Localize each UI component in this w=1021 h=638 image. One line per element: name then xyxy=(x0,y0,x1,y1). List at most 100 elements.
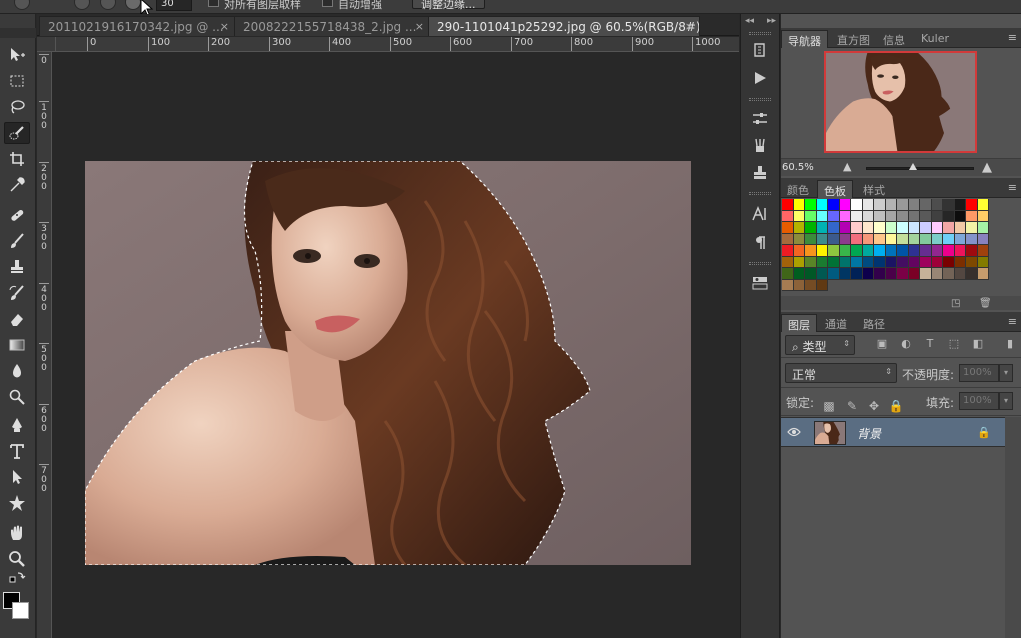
color-swatch[interactable] xyxy=(816,222,828,234)
color-swatch[interactable] xyxy=(966,222,978,234)
tab-histogram[interactable]: 直方图 xyxy=(831,31,876,49)
color-swatch[interactable] xyxy=(828,222,840,234)
color-swatch[interactable] xyxy=(920,199,932,211)
color-swatch[interactable] xyxy=(897,268,909,280)
layer-name[interactable]: 背景 xyxy=(857,425,881,442)
new-selection-button[interactable] xyxy=(74,0,90,10)
color-swatch[interactable] xyxy=(805,268,817,280)
brush-preset-icon[interactable] xyxy=(14,0,30,10)
document-tab-active[interactable]: 290-1101041p25292.jpg @ 60.5%(RGB/8#) × xyxy=(428,16,700,36)
color-swatch[interactable] xyxy=(908,210,920,222)
zoom-slider-thumb[interactable] xyxy=(909,163,917,170)
color-swatch[interactable] xyxy=(874,245,886,257)
color-swatch[interactable] xyxy=(862,268,874,280)
color-swatch[interactable] xyxy=(897,199,909,211)
close-icon[interactable]: × xyxy=(685,20,694,33)
color-swatch[interactable] xyxy=(954,256,966,268)
color-swatch[interactable] xyxy=(782,245,794,257)
adjustments-panel-icon[interactable] xyxy=(747,108,773,130)
tab-layers[interactable]: 图层 xyxy=(781,314,817,332)
auto-enhance-checkbox[interactable] xyxy=(322,0,333,7)
color-swatch[interactable] xyxy=(862,222,874,234)
navigator-preview[interactable] xyxy=(824,51,977,153)
zoom-slider-track[interactable] xyxy=(866,167,974,170)
add-to-selection-button[interactable] xyxy=(100,0,116,10)
panel-menu-icon[interactable]: ≡ xyxy=(1008,31,1017,44)
color-swatch[interactable] xyxy=(885,222,897,234)
color-swatch[interactable] xyxy=(897,222,909,234)
panel-menu-icon[interactable]: ≡ xyxy=(1008,181,1017,194)
quick-selection-tool-icon[interactable] xyxy=(4,122,30,144)
marquee-tool-icon[interactable] xyxy=(4,70,30,92)
shape-tool-icon[interactable] xyxy=(4,492,30,514)
color-swatch[interactable] xyxy=(851,245,863,257)
color-swatch[interactable] xyxy=(908,222,920,234)
tab-channels[interactable]: 通道 xyxy=(819,315,853,333)
color-swatch[interactable] xyxy=(885,268,897,280)
dodge-tool-icon[interactable] xyxy=(4,386,30,408)
color-swatch[interactable] xyxy=(874,256,886,268)
brush-size-field[interactable]: 30 xyxy=(156,0,192,11)
eraser-tool-icon[interactable] xyxy=(4,308,30,330)
pixel-filter-icon[interactable]: ▣ xyxy=(875,336,889,350)
smart-object-filter-icon[interactable]: ◧ xyxy=(971,336,985,350)
zoom-out-icon[interactable]: ▲ xyxy=(843,160,851,173)
color-swatch[interactable] xyxy=(885,210,897,222)
paragraph-panel-icon[interactable] xyxy=(747,232,773,254)
dock-grip[interactable] xyxy=(749,98,771,101)
color-swatch[interactable] xyxy=(966,233,978,245)
color-swatch[interactable] xyxy=(816,268,828,280)
color-swatch[interactable] xyxy=(839,199,851,211)
color-swatch[interactable] xyxy=(931,256,943,268)
dock-grip[interactable] xyxy=(749,262,771,265)
color-swatch[interactable] xyxy=(782,199,794,211)
color-swatch[interactable] xyxy=(908,245,920,257)
history-brush-tool-icon[interactable] xyxy=(4,282,30,304)
color-swatch[interactable] xyxy=(828,233,840,245)
refine-edge-button[interactable]: 调整边缘... xyxy=(412,0,485,11)
color-swatch[interactable] xyxy=(782,279,794,291)
color-swatch[interactable] xyxy=(943,268,955,280)
lock-position-icon[interactable]: ✥ xyxy=(866,398,882,414)
color-swatch[interactable] xyxy=(908,256,920,268)
color-swatch[interactable] xyxy=(931,222,943,234)
pen-tool-icon[interactable] xyxy=(4,414,30,436)
color-swatch[interactable] xyxy=(908,233,920,245)
color-swatch[interactable] xyxy=(885,256,897,268)
color-swatch[interactable] xyxy=(943,222,955,234)
healing-brush-tool-icon[interactable] xyxy=(4,204,30,226)
color-swatch[interactable] xyxy=(793,268,805,280)
background-color-swatch[interactable] xyxy=(12,602,29,619)
chevron-down-icon[interactable]: ▾ xyxy=(999,364,1013,382)
color-swatch[interactable] xyxy=(782,233,794,245)
color-swatch[interactable] xyxy=(862,210,874,222)
color-swatch[interactable] xyxy=(851,256,863,268)
color-swatch[interactable] xyxy=(874,268,886,280)
color-swatch[interactable] xyxy=(943,210,955,222)
dock-grip[interactable] xyxy=(749,32,771,35)
zoom-tool-icon[interactable] xyxy=(4,548,30,570)
color-swatch[interactable] xyxy=(816,210,828,222)
color-swatch[interactable] xyxy=(828,256,840,268)
color-swatch[interactable] xyxy=(885,233,897,245)
new-swatch-icon[interactable]: ◳ xyxy=(951,298,960,309)
color-swatch[interactable] xyxy=(977,268,989,280)
layer-comps-panel-icon[interactable] xyxy=(747,272,773,294)
color-swatch[interactable] xyxy=(977,210,989,222)
color-swatch[interactable] xyxy=(954,210,966,222)
color-swatch[interactable] xyxy=(851,233,863,245)
color-swatch[interactable] xyxy=(793,222,805,234)
subtract-selection-button[interactable] xyxy=(125,0,141,10)
color-swatch[interactable] xyxy=(839,233,851,245)
color-swatch[interactable] xyxy=(920,233,932,245)
document-tab-2[interactable]: 2008222155718438_2.jpg ... × xyxy=(234,16,430,36)
color-swatch[interactable] xyxy=(793,256,805,268)
layers-scrollbar[interactable] xyxy=(1005,417,1021,638)
type-filter-icon[interactable]: T xyxy=(923,336,937,350)
color-swatch[interactable] xyxy=(782,222,794,234)
blur-tool-icon[interactable] xyxy=(4,360,30,382)
adjustment-filter-icon[interactable]: ◐ xyxy=(899,336,913,350)
actions-panel-icon[interactable] xyxy=(747,67,773,89)
character-panel-icon[interactable] xyxy=(747,203,773,225)
color-swatch[interactable] xyxy=(920,222,932,234)
